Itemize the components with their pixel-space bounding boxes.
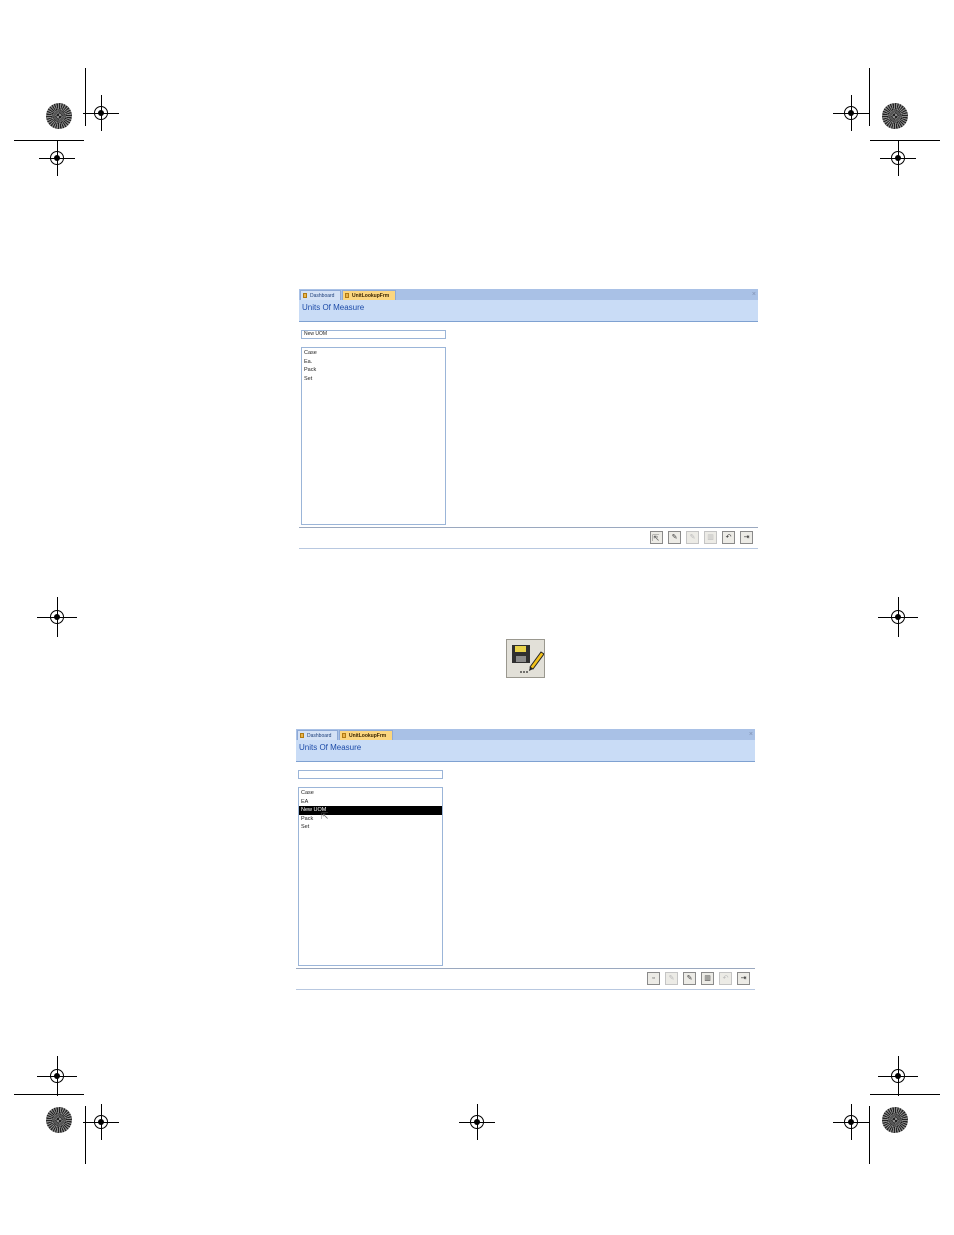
crop-mark	[869, 1106, 870, 1164]
delete-button[interactable]: ▥	[704, 531, 717, 544]
mouse-cursor-icon: ⇱	[652, 533, 660, 543]
list-item[interactable]: EA	[299, 798, 442, 807]
crop-mark	[85, 68, 86, 126]
color-rosette	[46, 103, 72, 129]
close-icon[interactable]: ×	[752, 289, 756, 300]
record-toolbar: ▫ ✎ ✎ ▥ ↶ ⇥	[299, 527, 758, 549]
tab-label: UnitLookupFrm	[349, 733, 387, 739]
edit-record-icon: ✎	[689, 534, 696, 541]
delete-icon: ▥	[707, 534, 714, 541]
exit-button[interactable]: ⇥	[740, 531, 753, 544]
undo-button[interactable]: ↶	[719, 972, 732, 985]
undo-icon: ↶	[722, 975, 729, 982]
delete-button[interactable]: ▥	[701, 972, 714, 985]
tab-dashboard[interactable]: Dashboard	[297, 730, 338, 740]
list-item[interactable]: Set	[299, 823, 442, 832]
form-header: Units Of Measure	[296, 740, 755, 762]
form-icon	[345, 293, 349, 298]
save-edit-icon: ✎	[668, 975, 675, 982]
save-edit-icon	[512, 645, 545, 673]
close-icon[interactable]: ×	[749, 729, 753, 740]
uom-list[interactable]: Case Ea. Pack Set	[301, 347, 446, 525]
crop-mark	[14, 1094, 84, 1095]
uom-window-after: Dashboard UnitLookupFrm × Units Of Measu…	[296, 729, 755, 990]
uom-list[interactable]: Case EA New UOM Pack Set	[298, 787, 443, 966]
new-record-button[interactable]: ▫	[647, 972, 660, 985]
save-edit-button[interactable]: ✎	[665, 972, 678, 985]
color-rosette	[882, 1107, 908, 1133]
edit-record-icon: ✎	[686, 975, 693, 982]
exit-button[interactable]: ⇥	[737, 972, 750, 985]
tab-dashboard[interactable]: Dashboard	[300, 290, 341, 300]
uom-name-input[interactable]	[298, 770, 443, 779]
form-header: Units Of Measure	[299, 300, 758, 322]
edit-record-button[interactable]: ✎	[686, 531, 699, 544]
color-rosette	[882, 103, 908, 129]
color-rosette	[46, 1107, 72, 1133]
record-toolbar: ▫ ✎ ✎ ▥ ↶ ⇥	[296, 968, 755, 990]
delete-icon: ▥	[704, 975, 711, 982]
list-item[interactable]: Ea.	[302, 358, 445, 367]
undo-icon: ↶	[725, 534, 732, 541]
save-edit-button[interactable]	[506, 639, 545, 678]
tab-label: Dashboard	[307, 733, 332, 739]
edit-record-button[interactable]: ✎	[683, 972, 696, 985]
page-title: Units Of Measure	[299, 743, 362, 752]
crop-mark	[14, 140, 84, 141]
crop-mark	[870, 140, 940, 141]
undo-button[interactable]: ↶	[722, 531, 735, 544]
new-record-icon: ▫	[652, 975, 655, 982]
save-edit-icon: ✎	[671, 534, 678, 541]
crop-mark	[85, 1106, 86, 1164]
exit-icon: ⇥	[740, 975, 747, 982]
mouse-cursor-icon: ⇱	[321, 811, 329, 821]
crop-mark	[870, 1094, 940, 1095]
form-icon	[342, 733, 346, 738]
uom-window-before: Dashboard UnitLookupFrm × Units Of Measu…	[299, 289, 758, 549]
list-item[interactable]: Pack	[302, 366, 445, 375]
tab-label: UnitLookupFrm	[352, 293, 390, 299]
save-edit-button[interactable]: ✎	[668, 531, 681, 544]
tab-unitlookupfrm[interactable]: UnitLookupFrm	[339, 730, 393, 740]
uom-name-input[interactable]: New UOM	[301, 330, 446, 339]
form-icon	[300, 733, 304, 738]
list-item[interactable]: Case	[299, 789, 442, 798]
form-icon	[303, 293, 307, 298]
exit-icon: ⇥	[743, 534, 750, 541]
tab-unitlookupfrm[interactable]: UnitLookupFrm	[342, 290, 396, 300]
list-item[interactable]: Set	[302, 375, 445, 384]
tab-label: Dashboard	[310, 293, 335, 299]
list-item[interactable]: Case	[302, 349, 445, 358]
page-title: Units Of Measure	[302, 303, 365, 312]
crop-mark	[869, 68, 870, 126]
